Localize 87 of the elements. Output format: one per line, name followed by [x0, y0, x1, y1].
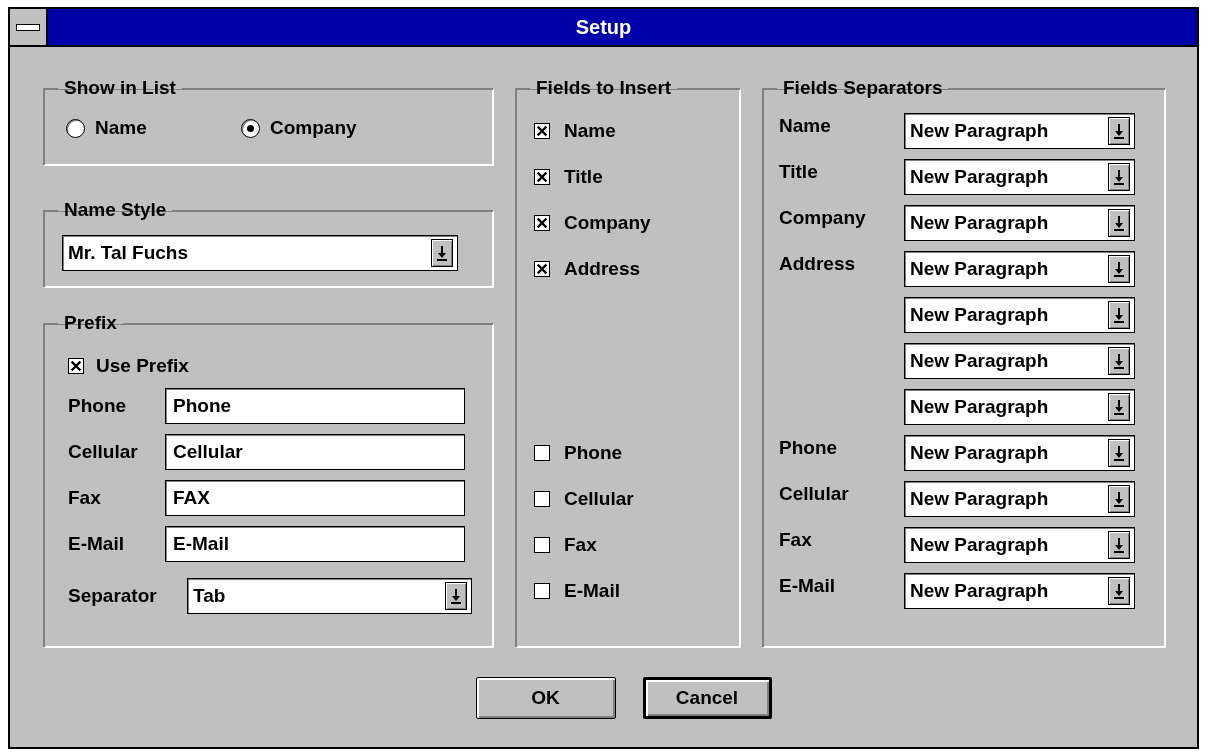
field-label: E-Mail [779, 575, 835, 596]
field-label: Separator [68, 585, 158, 607]
dropdown-button[interactable] [445, 582, 467, 610]
field-label: Address [779, 253, 856, 274]
checkbox[interactable] [534, 491, 550, 507]
checkbox[interactable] [534, 123, 550, 139]
dropdown-button[interactable] [1108, 485, 1130, 513]
dropdown-button[interactable] [1108, 301, 1130, 329]
checkbox-label[interactable]: Use Prefix [96, 355, 189, 377]
dropdown[interactable]: New Paragraph [904, 251, 1135, 287]
arrow-down-icon [1114, 261, 1124, 277]
checkbox-label[interactable]: Fax [564, 534, 597, 556]
field-label: E-Mail [68, 533, 125, 555]
arrow-down-icon [1114, 399, 1124, 415]
field-label: Fax [779, 529, 812, 550]
arrow-down-icon [437, 245, 447, 261]
checkbox[interactable] [534, 537, 550, 553]
arrow-down-icon [1114, 123, 1124, 139]
field-label: Phone [68, 395, 128, 417]
radio-label[interactable]: Name [95, 117, 147, 139]
text-field[interactable]: E-Mail [165, 526, 465, 562]
dropdown-button[interactable] [1108, 439, 1130, 467]
dropdown[interactable]: New Paragraph [904, 159, 1135, 195]
dropdown[interactable]: New Paragraph [904, 343, 1135, 379]
checkbox[interactable] [534, 169, 550, 185]
text-field[interactable]: Cellular [165, 434, 465, 470]
arrow-down-icon [1114, 491, 1124, 507]
checkbox-label[interactable]: Title [564, 166, 603, 188]
checkbox-label[interactable]: E-Mail [564, 580, 620, 602]
dropdown[interactable]: New Paragraph [904, 389, 1135, 425]
dialog-button[interactable]: Cancel [642, 677, 772, 719]
group-title: Prefix [63, 312, 118, 334]
arrow-down-icon [1114, 353, 1124, 369]
group-title: Show in List [63, 77, 177, 99]
checkbox-label[interactable]: Company [564, 212, 651, 234]
arrow-down-icon [1114, 583, 1124, 599]
dropdown[interactable]: New Paragraph [904, 481, 1135, 517]
dropdown[interactable]: New Paragraph [904, 297, 1135, 333]
text-field[interactable]: Phone [165, 388, 465, 424]
dropdown-button[interactable] [1108, 347, 1130, 375]
arrow-down-icon [1114, 215, 1124, 231]
radio-button[interactable] [66, 118, 85, 138]
dropdown-button[interactable] [431, 239, 453, 267]
field-label: Title [779, 161, 818, 182]
checkbox-label[interactable]: Cellular [564, 488, 634, 510]
dropdown-button[interactable] [1108, 117, 1130, 145]
group-title: Fields Separators [782, 77, 944, 99]
dropdown[interactable]: New Paragraph [904, 435, 1135, 471]
dropdown-button[interactable] [1108, 531, 1130, 559]
checkbox[interactable] [534, 215, 550, 231]
dropdown-button[interactable] [1108, 577, 1130, 605]
dropdown[interactable]: New Paragraph [904, 113, 1135, 149]
text-field[interactable]: FAX [165, 480, 465, 516]
checkbox-label[interactable]: Name [564, 120, 616, 142]
checkbox[interactable] [68, 358, 84, 374]
checkbox-label[interactable]: Phone [564, 442, 623, 464]
dropdown[interactable]: Tab [187, 578, 472, 614]
arrow-down-icon [1114, 445, 1124, 461]
arrow-down-icon [1114, 169, 1124, 185]
dropdown[interactable]: Mr. Tal Fuchs [62, 235, 458, 271]
field-label: Cellular [68, 441, 139, 463]
dropdown[interactable]: New Paragraph [904, 527, 1135, 563]
dropdown[interactable]: New Paragraph [904, 205, 1135, 241]
field-label: Name [779, 115, 831, 136]
field-label: Fax [68, 487, 102, 509]
dropdown-button[interactable] [1108, 255, 1130, 283]
system-menu-button[interactable] [10, 9, 48, 45]
radio-label[interactable]: Company [270, 117, 357, 139]
dropdown-button[interactable] [1108, 163, 1130, 191]
arrow-down-icon [1114, 307, 1124, 323]
window-title: Setup [574, 15, 633, 39]
dialog-button[interactable]: OK [475, 677, 616, 719]
arrow-down-icon [1114, 537, 1124, 553]
field-label: Cellular [779, 483, 849, 504]
group-title: Name Style [63, 199, 168, 221]
dropdown[interactable]: New Paragraph [904, 573, 1135, 609]
field-label: Company [779, 207, 866, 228]
checkbox[interactable] [534, 583, 550, 599]
checkbox[interactable] [534, 445, 550, 461]
dropdown-button[interactable] [1108, 393, 1130, 421]
dropdown-button[interactable] [1108, 209, 1130, 237]
field-label: Phone [779, 437, 838, 458]
checkbox[interactable] [534, 261, 550, 277]
arrow-down-icon [451, 588, 461, 604]
radio-button[interactable] [241, 118, 260, 138]
checkbox-label[interactable]: Address [564, 258, 641, 280]
group-title: Fields to Insert [535, 77, 673, 99]
